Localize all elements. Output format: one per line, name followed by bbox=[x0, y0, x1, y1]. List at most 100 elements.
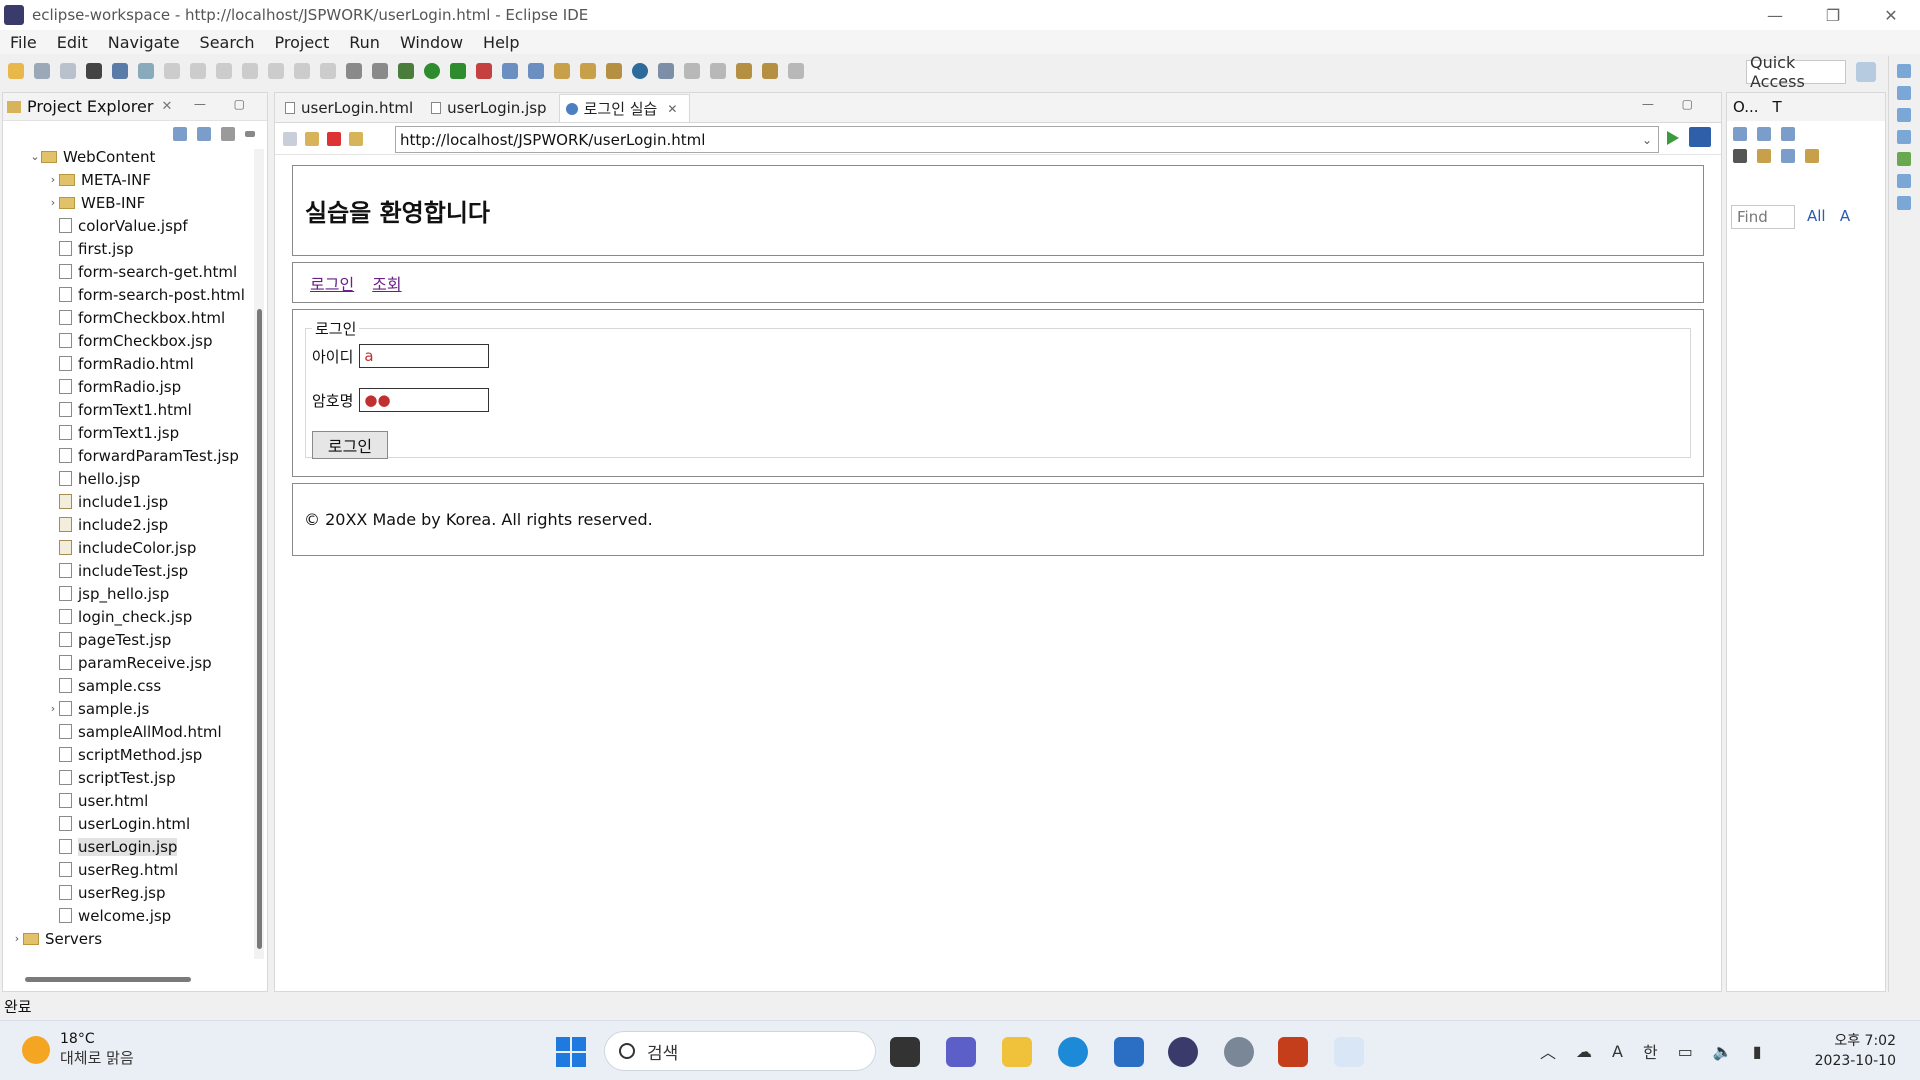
view-icon[interactable] bbox=[1896, 108, 1911, 122]
battery-icon[interactable]: ▮ bbox=[1753, 1042, 1762, 1061]
close-button[interactable]: ✕ bbox=[1862, 0, 1920, 30]
start-button[interactable] bbox=[556, 1037, 586, 1067]
tree-item[interactable]: welcome.jsp bbox=[3, 904, 249, 927]
link-with-editor-icon[interactable] bbox=[197, 127, 211, 141]
tree-item[interactable]: scriptMethod.jsp bbox=[3, 743, 249, 766]
open-task-icon[interactable] bbox=[580, 63, 596, 79]
nav-link-login[interactable]: 로그인 bbox=[310, 271, 354, 295]
project-explorer-title[interactable]: Project Explorer bbox=[27, 97, 153, 116]
menu-navigate[interactable]: Navigate bbox=[98, 33, 190, 52]
tree-item[interactable]: formText1.jsp bbox=[3, 421, 249, 444]
tree-item[interactable]: ⌄ WebContent bbox=[3, 145, 249, 168]
tree-item[interactable]: scriptTest.jsp bbox=[3, 766, 249, 789]
close-view-icon[interactable]: ✕ bbox=[161, 99, 172, 114]
focus-icon[interactable] bbox=[1757, 149, 1771, 163]
menu-file[interactable]: File bbox=[0, 33, 47, 52]
minimize-maximize-icons[interactable]: — ▢ bbox=[194, 97, 257, 111]
tree-item[interactable]: › WEB-INF bbox=[3, 191, 249, 214]
task-view-icon[interactable] bbox=[890, 1037, 920, 1067]
debug-icon[interactable] bbox=[398, 63, 414, 79]
tree-item[interactable]: form-search-get.html bbox=[3, 260, 249, 283]
eclipse-icon[interactable] bbox=[1168, 1037, 1198, 1067]
filter-activate-link[interactable]: A bbox=[1840, 207, 1850, 225]
tree-item[interactable]: first.jsp bbox=[3, 237, 249, 260]
expand-arrow-icon[interactable]: ⌄ bbox=[29, 150, 41, 163]
view-menu-icon[interactable] bbox=[245, 131, 255, 137]
skip-breakpoints-icon[interactable] bbox=[138, 63, 154, 79]
save-icon[interactable] bbox=[34, 63, 50, 79]
tree-item[interactable]: › sample.js bbox=[3, 697, 249, 720]
menu-window[interactable]: Window bbox=[390, 33, 473, 52]
view-icon[interactable] bbox=[1896, 64, 1911, 78]
suspend-icon[interactable] bbox=[190, 63, 206, 79]
password-input[interactable]: ●● bbox=[359, 388, 490, 412]
tree-item[interactable]: colorValue.jspf bbox=[3, 214, 249, 237]
categorize-icon[interactable] bbox=[1757, 127, 1771, 141]
expand-arrow-icon[interactable]: › bbox=[11, 932, 23, 945]
tree-item[interactable]: › META-INF bbox=[3, 168, 249, 191]
font-icon[interactable]: A bbox=[1612, 1042, 1623, 1061]
minimize-button[interactable]: — bbox=[1746, 0, 1804, 30]
prev-annotation-icon[interactable] bbox=[710, 63, 726, 79]
nav-link-search[interactable]: 조회 bbox=[372, 271, 401, 295]
powerpoint-icon[interactable] bbox=[1278, 1037, 1308, 1067]
tree-item[interactable]: userReg.html bbox=[3, 858, 249, 881]
tab-task-list[interactable]: T bbox=[1773, 98, 1782, 116]
open-type-icon[interactable] bbox=[554, 63, 570, 79]
tree-item[interactable]: forwardParamTest.jsp bbox=[3, 444, 249, 467]
search-toolbar-icon[interactable] bbox=[606, 63, 622, 79]
external-tools-icon[interactable] bbox=[476, 63, 492, 79]
view-icon[interactable] bbox=[1896, 130, 1911, 144]
new-java-class-icon[interactable] bbox=[528, 63, 544, 79]
terminal-icon[interactable] bbox=[112, 63, 128, 79]
terminate-icon[interactable] bbox=[216, 63, 232, 79]
onedrive-icon[interactable]: ☁ bbox=[1576, 1042, 1592, 1061]
tree-item[interactable]: › Servers bbox=[3, 927, 249, 950]
tab-userlogin-html[interactable]: userLogin.html bbox=[279, 94, 425, 122]
ime-lang-icon[interactable]: 한 bbox=[1643, 1039, 1658, 1063]
globe-icon[interactable] bbox=[632, 63, 648, 79]
network-icon[interactable]: ▭ bbox=[1678, 1042, 1693, 1061]
tab-userlogin-jsp[interactable]: userLogin.jsp bbox=[425, 94, 558, 122]
filter-icon[interactable] bbox=[221, 127, 235, 141]
volume-icon[interactable]: 🔈 bbox=[1713, 1042, 1733, 1061]
filter-all-link[interactable]: All bbox=[1807, 207, 1826, 225]
toggle-icon[interactable] bbox=[372, 63, 388, 79]
chat-icon[interactable] bbox=[946, 1037, 976, 1067]
back-icon[interactable] bbox=[762, 63, 778, 79]
editor-minimize-maximize-icons[interactable]: — ▢ bbox=[1642, 97, 1705, 111]
tree-item[interactable]: formText1.html bbox=[3, 398, 249, 421]
file-explorer-icon[interactable] bbox=[1002, 1037, 1032, 1067]
step-over-icon[interactable] bbox=[294, 63, 310, 79]
expand-arrow-icon[interactable]: › bbox=[47, 196, 59, 209]
expand-arrow-icon[interactable]: › bbox=[47, 702, 59, 715]
tree-item[interactable]: sample.css bbox=[3, 674, 249, 697]
id-input[interactable]: a bbox=[359, 344, 490, 368]
run-icon[interactable] bbox=[424, 63, 440, 79]
tree-item[interactable]: login_check.jsp bbox=[3, 605, 249, 628]
find-field[interactable]: Find bbox=[1731, 205, 1795, 229]
tree-item[interactable]: userLogin.html bbox=[3, 812, 249, 835]
tree-item[interactable]: includeColor.jsp bbox=[3, 536, 249, 559]
hide-completed-icon[interactable] bbox=[1733, 149, 1747, 163]
tab-browser-login[interactable]: 로그인 실습 ✕ bbox=[558, 94, 691, 122]
resume-icon[interactable] bbox=[164, 63, 180, 79]
menu-help[interactable]: Help bbox=[473, 33, 529, 52]
notepad-icon[interactable] bbox=[1114, 1037, 1144, 1067]
vertical-scrollbar[interactable] bbox=[254, 149, 264, 959]
forward-icon[interactable] bbox=[788, 63, 804, 79]
tree-item[interactable]: includeTest.jsp bbox=[3, 559, 249, 582]
view-icon[interactable] bbox=[1896, 152, 1911, 166]
tree-item[interactable]: userReg.jsp bbox=[3, 881, 249, 904]
tree-item[interactable]: jsp_hello.jsp bbox=[3, 582, 249, 605]
tree-item[interactable]: formRadio.jsp bbox=[3, 375, 249, 398]
tree-item[interactable]: userLogin.jsp bbox=[3, 835, 249, 858]
new-server-icon[interactable] bbox=[502, 63, 518, 79]
tree-item[interactable]: formRadio.html bbox=[3, 352, 249, 375]
open-external-browser-icon[interactable] bbox=[1689, 127, 1711, 147]
view-icon[interactable] bbox=[1896, 196, 1911, 210]
url-bar[interactable]: http://localhost/JSPWORK/userLogin.html … bbox=[395, 126, 1659, 153]
go-icon[interactable] bbox=[1667, 131, 1679, 145]
coverage-icon[interactable] bbox=[450, 63, 466, 79]
tree-item[interactable]: formCheckbox.html bbox=[3, 306, 249, 329]
